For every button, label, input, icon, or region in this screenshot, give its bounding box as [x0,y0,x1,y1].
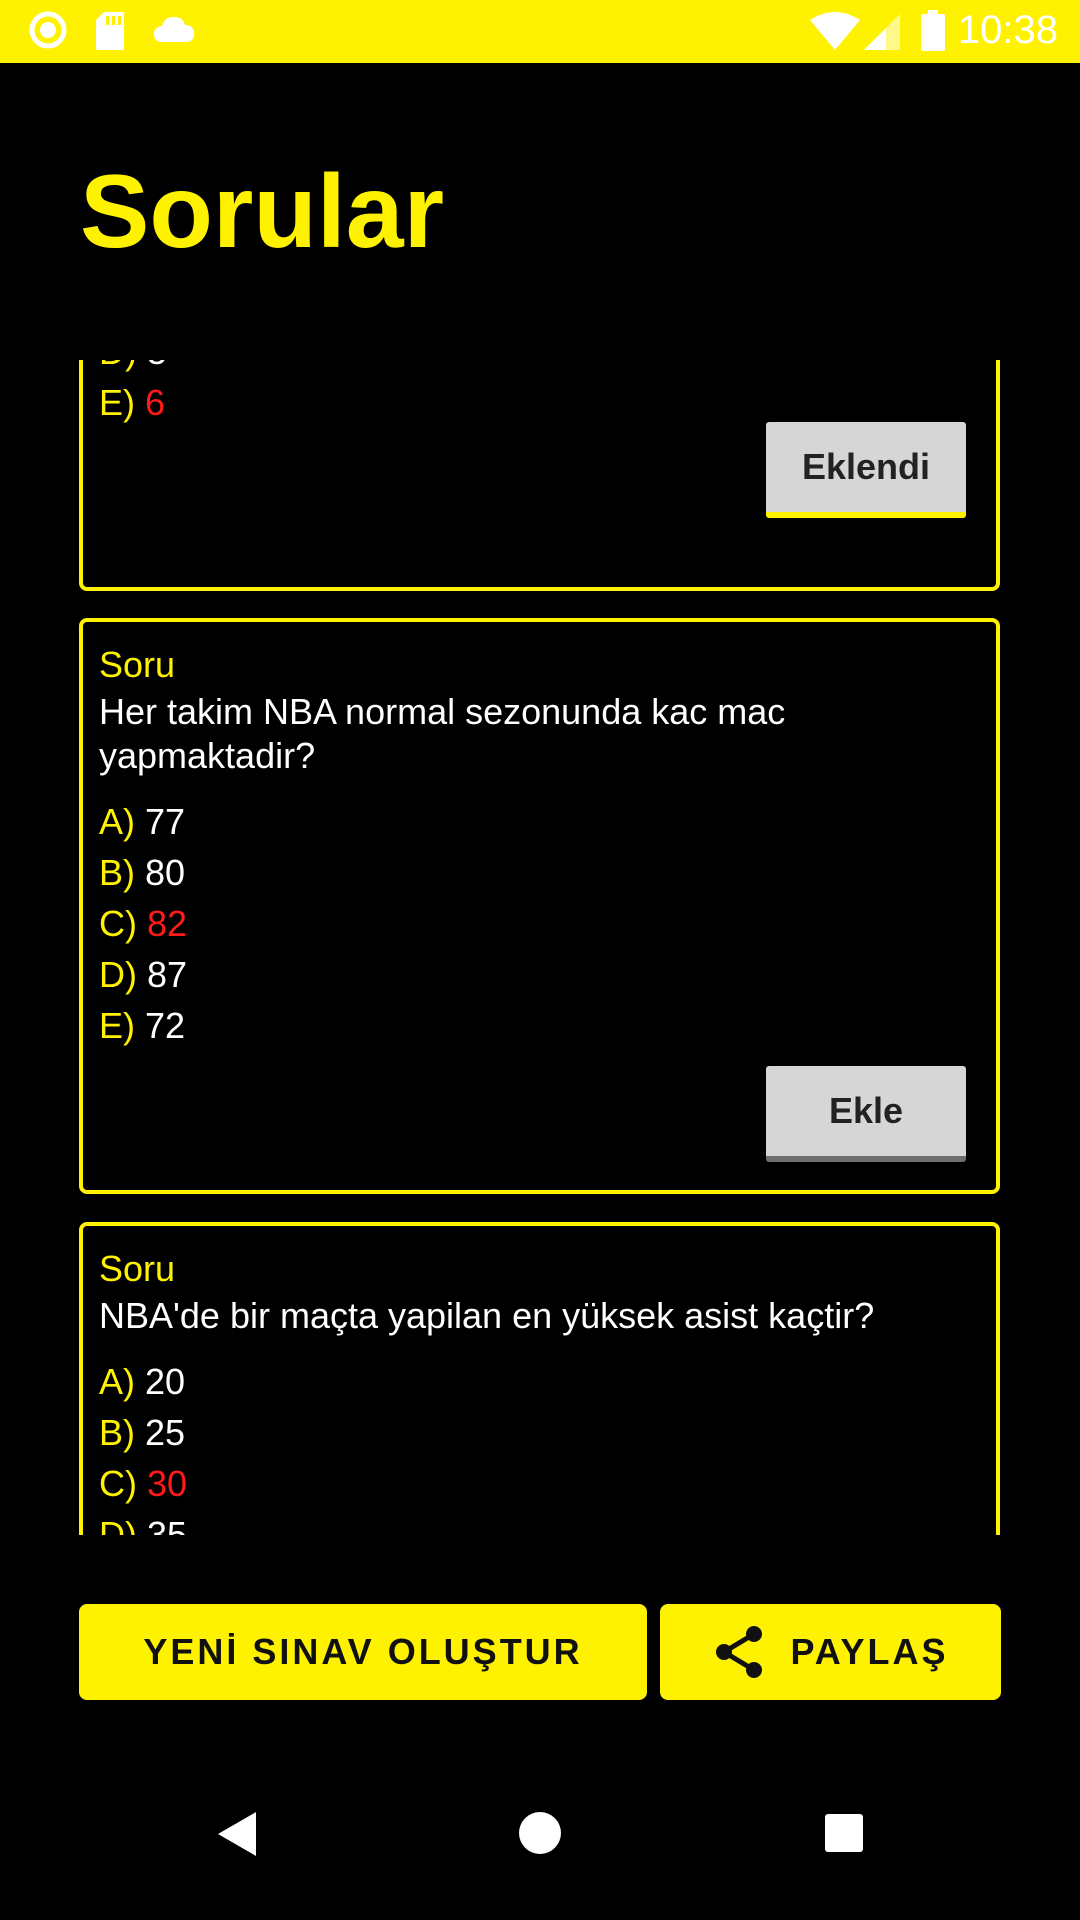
cloud-icon [154,17,194,42]
option-b: B) 80 [99,851,185,895]
question-text: Her takim NBA normal sezonunda kac mac y… [99,691,786,776]
option-value: 5 [147,360,167,372]
status-time: 10:38 [957,8,1058,52]
option-c: C) 82 [99,902,187,946]
option-value-correct: 30 [147,1463,188,1504]
option-value: 87 [147,954,188,995]
option-letter: C) [99,903,137,944]
option-value: 35 [147,1514,188,1535]
navigation-bar [0,1776,1080,1920]
question-label: Soru [99,644,176,685]
question-text: NBA'de bir maçta yapilan en yüksek asist… [99,1295,875,1336]
option-a: A) 20 [99,1360,185,1404]
option-letter: B) [99,852,135,893]
option-letter: D) [99,1514,137,1535]
option-letter: E) [99,1005,135,1046]
option-value: 77 [145,801,186,842]
recents-icon[interactable] [823,1812,865,1854]
option-c: C) 30 [99,1462,187,1506]
option-b: B) 25 [99,1411,185,1455]
option-value-correct: 82 [147,903,188,944]
option-d: D) 5 [99,360,167,374]
question-card: Soru Her takim NBA normal sezonunda kac … [79,618,1000,1194]
question-list[interactable]: D) 5 E) 6 Eklendi Soru Her takim NBA nor… [0,360,1080,1535]
back-icon[interactable] [214,1808,262,1860]
record-circle-icon [29,11,67,49]
option-letter: B) [99,1412,135,1453]
option-d: D) 35 [99,1513,187,1535]
signal-icon [864,14,900,50]
question-label: Soru [99,1248,176,1289]
option-e: E) 6 [99,381,165,425]
status-bar: 10:38 [0,0,1080,63]
new-exam-label: YENİ SINAV OLUŞTUR [143,1631,583,1672]
option-value-correct: 6 [145,382,166,423]
added-button[interactable]: Eklendi [766,422,966,518]
page-title: Sorular [80,154,445,270]
option-letter: C) [99,1463,137,1504]
home-icon[interactable] [517,1810,563,1856]
option-letter: A) [99,1361,135,1402]
option-d: D) 87 [99,953,187,997]
share-icon [716,1626,763,1678]
battery-icon [921,10,945,51]
option-value: 72 [145,1005,186,1046]
question-card: Soru NBA'de bir maçta yapilan en yüksek … [79,1222,1000,1535]
option-a: A) 77 [99,800,185,844]
option-letter: D) [99,954,137,995]
share-label: PAYLAŞ [790,1631,949,1672]
option-value: 25 [145,1412,186,1453]
option-e: E) 72 [99,1004,185,1048]
option-letter: E) [99,382,135,423]
option-letter: D) [99,360,137,372]
option-value: 80 [145,852,186,893]
wifi-icon [810,12,860,50]
option-letter: A) [99,801,135,842]
sd-card-icon [96,12,124,50]
add-button[interactable]: Ekle [766,1066,966,1162]
share-button[interactable]: PAYLAŞ [660,1604,1001,1700]
new-exam-button[interactable]: YENİ SINAV OLUŞTUR [79,1604,647,1700]
option-value: 20 [145,1361,186,1402]
question-card: D) 5 E) 6 Eklendi [79,360,1000,591]
